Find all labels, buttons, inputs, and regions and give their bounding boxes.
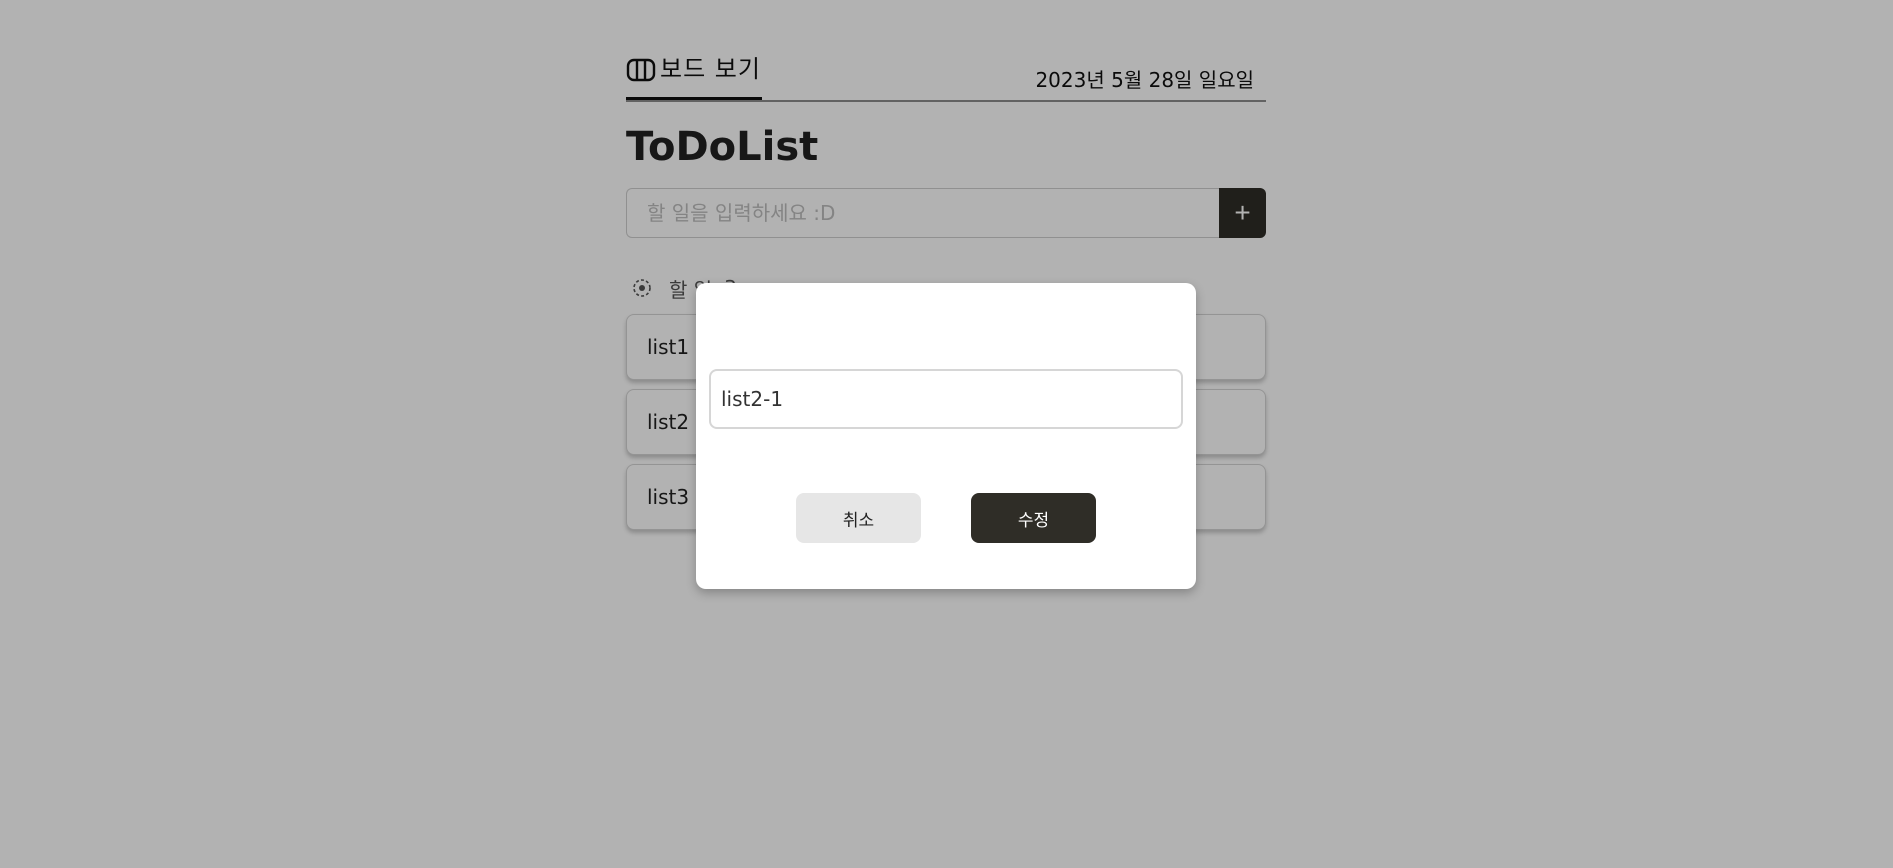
edit-todo-modal: 취소 수정 xyxy=(696,283,1196,589)
edit-todo-input[interactable] xyxy=(709,369,1183,429)
edit-button[interactable]: 수정 xyxy=(971,493,1096,543)
todo-app: 보드 보기 2023년 5월 28일 일요일 ToDoList + 할 일 3 … xyxy=(0,0,1893,868)
cancel-button[interactable]: 취소 xyxy=(796,493,921,543)
